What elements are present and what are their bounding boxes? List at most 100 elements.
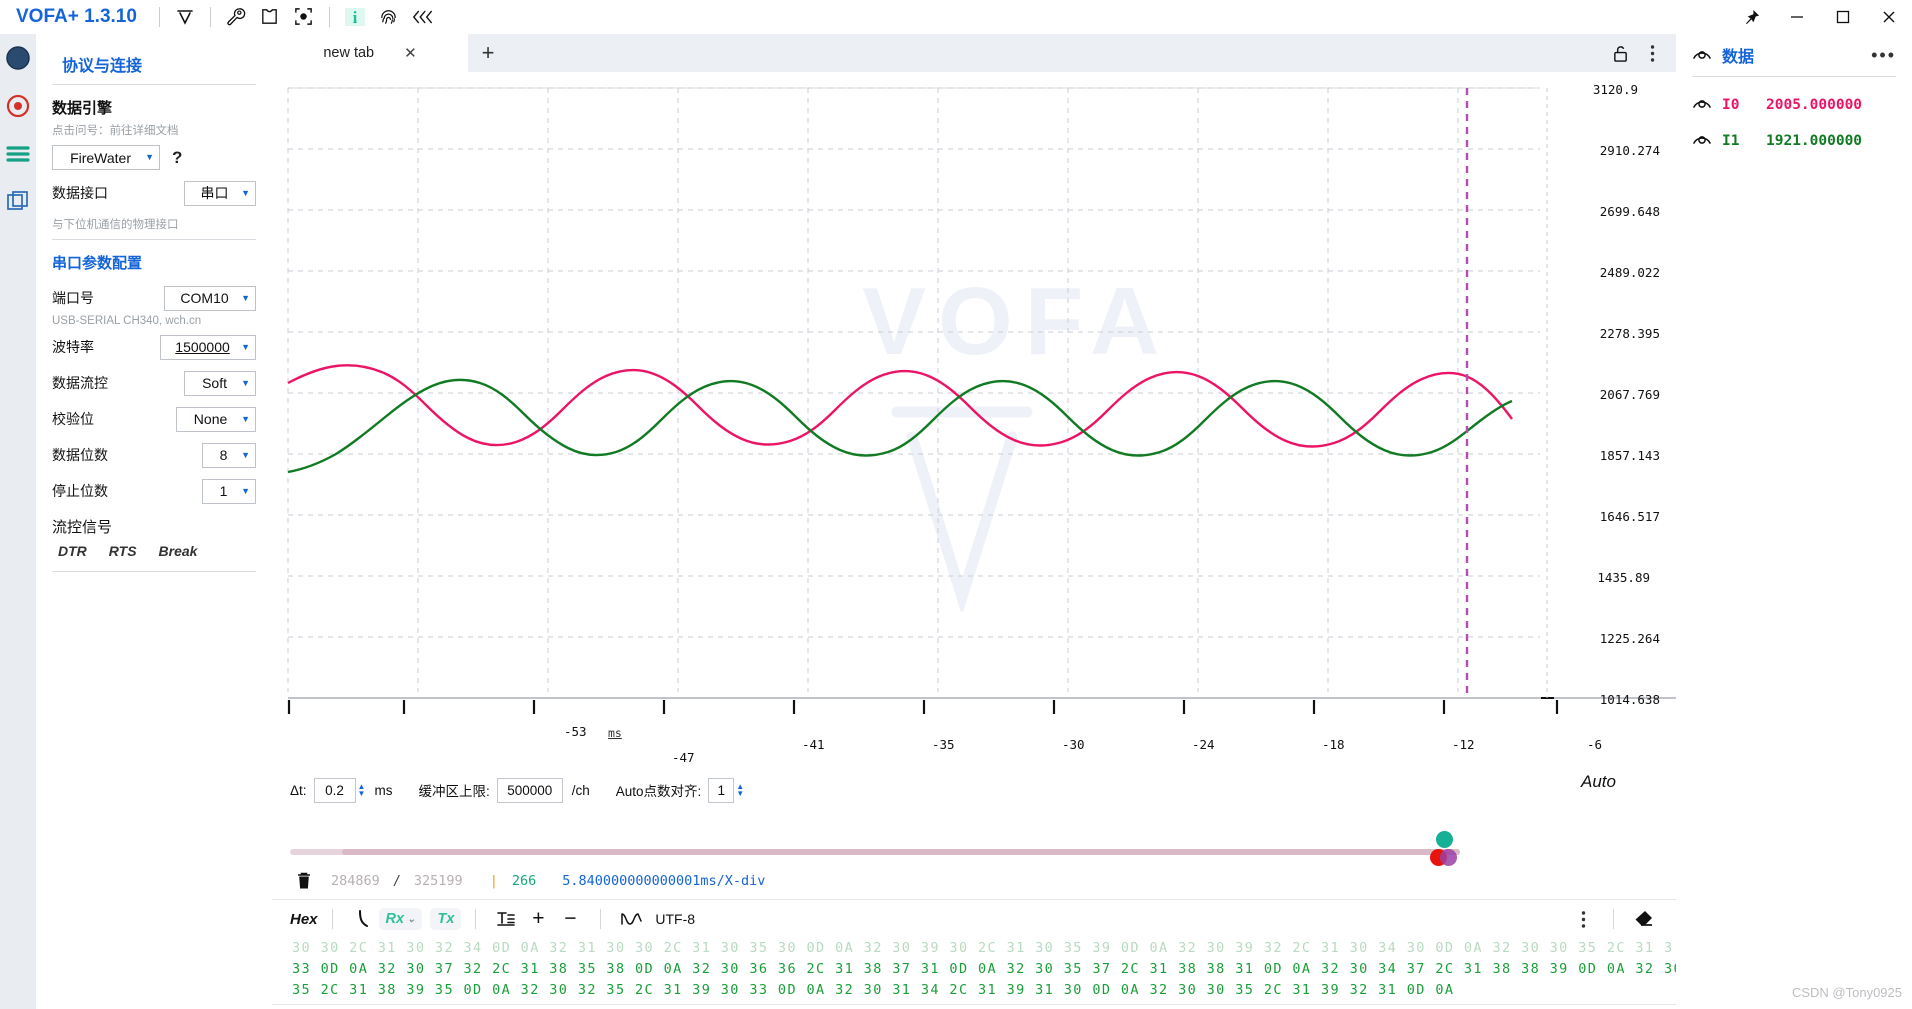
auto-mode-label[interactable]: Auto [1581, 772, 1616, 792]
serial-select-baud[interactable]: 1500000 ▼ [160, 334, 256, 360]
toolbar-divider-2 [209, 6, 211, 27]
tab-new-tab[interactable]: new tab ✕ [272, 34, 468, 72]
line-break-icon[interactable] [347, 905, 379, 933]
data-engine-row: FireWater ▼ ? [52, 145, 256, 170]
slider-handle-teal[interactable] [1436, 831, 1453, 848]
plot-canvas[interactable] [272, 72, 1676, 772]
serial-select-parity[interactable]: None ▼ [176, 406, 256, 432]
waveform-icon[interactable] [615, 905, 647, 933]
send-bar: Abc ⌄ \n ▼ 发送(S) ⌄ [272, 1004, 1676, 1009]
y-tick-4: 2278.395 [1599, 326, 1660, 341]
menu-lines-icon[interactable] [0, 130, 36, 178]
tx-toggle-button[interactable]: Tx [430, 908, 462, 930]
status-scale: 5.840000000000001ms/X-div [562, 872, 766, 889]
add-tab-button[interactable]: + [468, 34, 508, 72]
hex-toggle-button[interactable]: Hex [290, 911, 318, 928]
shirt-icon[interactable] [253, 3, 287, 31]
serial-field-databits: 数据位数 8 ▼ [52, 442, 256, 468]
trash-icon[interactable] [290, 871, 318, 890]
pin-icon[interactable] [1728, 0, 1774, 34]
chevron-down-icon: ⌄ [407, 913, 416, 925]
data-row-i1[interactable]: I1 1921.000000 [1692, 123, 1896, 159]
close-icon[interactable] [1866, 0, 1912, 34]
main-area: new tab ✕ + VOFA 3120.9 2910.274 2699.64… [272, 34, 1856, 1009]
dt-input[interactable]: 0.2 [313, 777, 356, 803]
more-vertical-icon[interactable] [1567, 905, 1599, 933]
align-value: 1 [717, 782, 726, 798]
data-engine-help-button[interactable]: ? [172, 148, 182, 168]
flow-signals-title: 流控信号 [52, 519, 113, 536]
console-divider-1 [331, 909, 333, 929]
slider-track[interactable] [290, 849, 1460, 855]
dt-label: Δt: [290, 782, 307, 798]
align-input[interactable]: 1 [708, 777, 735, 803]
x-tick-3: -35 [932, 737, 955, 752]
y-tick-7: 1646.517 [1599, 509, 1660, 524]
hex-output-area[interactable]: 30 30 2C 31 30 32 34 0D 0A 32 31 30 30 2… [272, 938, 1676, 1004]
buffer-label: 缓冲区上限: [418, 784, 490, 799]
align-label: Auto点数对齐: [615, 784, 702, 799]
info-icon[interactable]: i [338, 3, 372, 31]
eraser-icon[interactable] [1628, 905, 1660, 933]
data-engine-select[interactable]: FireWater ▼ [52, 145, 160, 170]
buffer-input[interactable]: 500000 [496, 777, 563, 803]
serial-select-flow[interactable]: Soft ▼ [184, 370, 256, 396]
tab-close-icon[interactable]: ✕ [404, 44, 417, 62]
serial-value-flow: Soft [202, 375, 227, 391]
dt-value: 0.2 [325, 782, 344, 798]
record-icon[interactable] [0, 82, 36, 130]
serial-value-baud: 1500000 [175, 339, 230, 355]
wrench-icon[interactable] [219, 3, 253, 31]
unlock-icon[interactable] [1606, 38, 1634, 68]
flow-signal-rts[interactable]: RTS [109, 543, 137, 559]
rx-toggle-button[interactable]: Rx ⌄ [378, 908, 423, 930]
panel-title: 协议与连接 [62, 58, 143, 75]
encoding-label[interactable]: UTF-8 [655, 911, 695, 927]
maximize-icon[interactable] [1820, 0, 1866, 34]
align-stepper[interactable]: ▲ ▼ [736, 783, 744, 798]
data-panel-title: 数据 [1722, 49, 1755, 66]
buffer-value: 500000 [507, 782, 553, 798]
data-interface-select[interactable]: 串口 ▼ [184, 180, 256, 206]
data-row-i0[interactable]: I0 2005.000000 [1692, 87, 1896, 123]
collapse-left-icon[interactable] [406, 3, 440, 31]
serial-field-parity: 校验位 None ▼ [52, 406, 256, 432]
slider-fill [342, 849, 1460, 855]
flow-signal-break[interactable]: Break [159, 543, 198, 559]
status-dot-icon[interactable] [0, 34, 36, 82]
logo-v-icon[interactable] [168, 3, 202, 31]
serial-field-flow: 数据流控 Soft ▼ [52, 370, 256, 396]
minimize-icon[interactable] [1774, 0, 1820, 34]
plot-area[interactable]: VOFA 3120.9 2910.274 2699.648 2489.022 2… [272, 72, 1856, 772]
fingerprint-icon[interactable] [372, 3, 406, 31]
eye-icon[interactable] [1692, 95, 1712, 115]
data-panel-more-button[interactable]: ••• [1871, 45, 1896, 66]
x-tick-0: -53 [564, 724, 587, 739]
serial-select-databits[interactable]: 8 ▼ [202, 442, 256, 468]
flow-signal-dtr[interactable]: DTR [58, 543, 87, 559]
timeline-slider[interactable] [272, 831, 1676, 866]
x-tick-7: -12 [1452, 737, 1475, 752]
more-vertical-icon[interactable] [1638, 38, 1666, 68]
dt-stepper[interactable]: ▲ ▼ [358, 783, 366, 798]
text-format-icon[interactable] [490, 905, 522, 933]
serial-select-port[interactable]: COM10 ▼ [164, 285, 256, 311]
chevron-down-icon: ▼ [241, 341, 250, 352]
data-row-name-i1: I1 [1722, 133, 1740, 149]
layers-icon[interactable] [0, 178, 36, 226]
y-tick-1: 2910.274 [1599, 143, 1660, 158]
hex-line-1: 33 0D 0A 32 30 37 32 2C 31 38 35 38 0D 0… [292, 961, 1676, 977]
data-row-value-i1: 1921.000000 [1766, 133, 1863, 149]
serial-select-stopbits[interactable]: 1 ▼ [202, 478, 256, 504]
zoom-in-button[interactable]: + [522, 905, 554, 933]
data-row-name-i0: I0 [1722, 97, 1740, 113]
tab-strip-actions [1606, 34, 1676, 72]
status-bar: 284869 / 325199 | 266 5.840000000000001m… [272, 862, 1676, 900]
eye-icon[interactable] [1692, 46, 1712, 65]
focus-icon[interactable] [287, 3, 321, 31]
serial-label-databits: 数据位数 [52, 447, 108, 463]
eye-icon[interactable] [1692, 131, 1712, 151]
x-tick-5: -24 [1192, 737, 1215, 752]
plot-controls-bar: Δt: 0.2 ▲ ▼ ms 缓冲区上限: 500000 /ch Auto点数对齐… [272, 772, 1676, 808]
zoom-out-button[interactable]: − [554, 905, 586, 933]
